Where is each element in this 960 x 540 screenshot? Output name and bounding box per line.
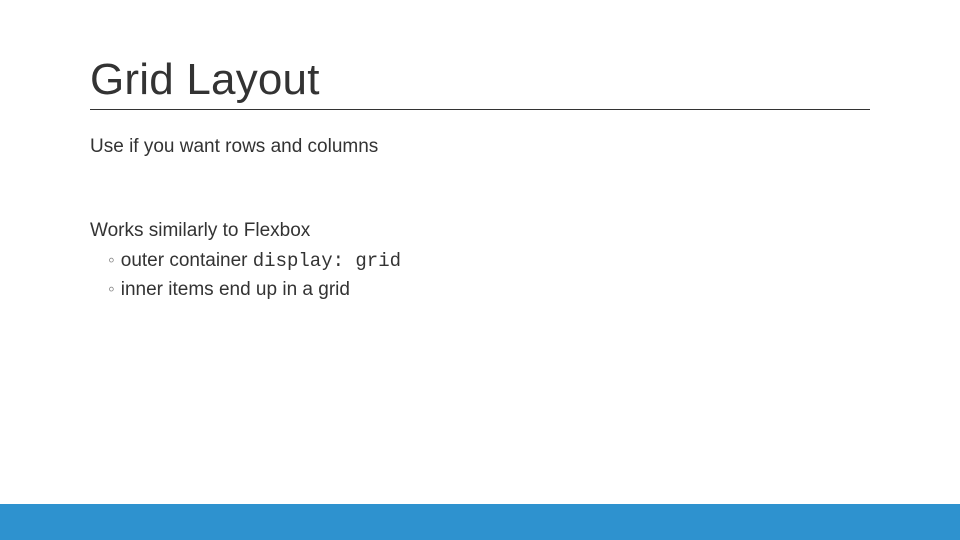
sub-bullet-outer-container: ◦ outer container display: grid bbox=[108, 247, 870, 276]
slide-title: Grid Layout bbox=[90, 55, 870, 110]
bullet-glyph-icon: ◦ bbox=[108, 250, 115, 271]
bottom-accent-bar bbox=[0, 504, 960, 540]
slide: Grid Layout Use if you want rows and col… bbox=[0, 0, 960, 540]
sub-bullet-text: outer container bbox=[121, 250, 253, 271]
para-rows-columns: Use if you want rows and columns bbox=[90, 134, 870, 160]
sub-bullet-text: inner items end up in a grid bbox=[121, 279, 350, 300]
bullet-glyph-icon: ◦ bbox=[108, 279, 115, 300]
para-flexbox-similar: Works similarly to Flexbox bbox=[90, 218, 870, 244]
sub-bullet-inner-items: ◦ inner items end up in a grid bbox=[108, 276, 870, 305]
code-display-grid: display: grid bbox=[253, 250, 401, 272]
